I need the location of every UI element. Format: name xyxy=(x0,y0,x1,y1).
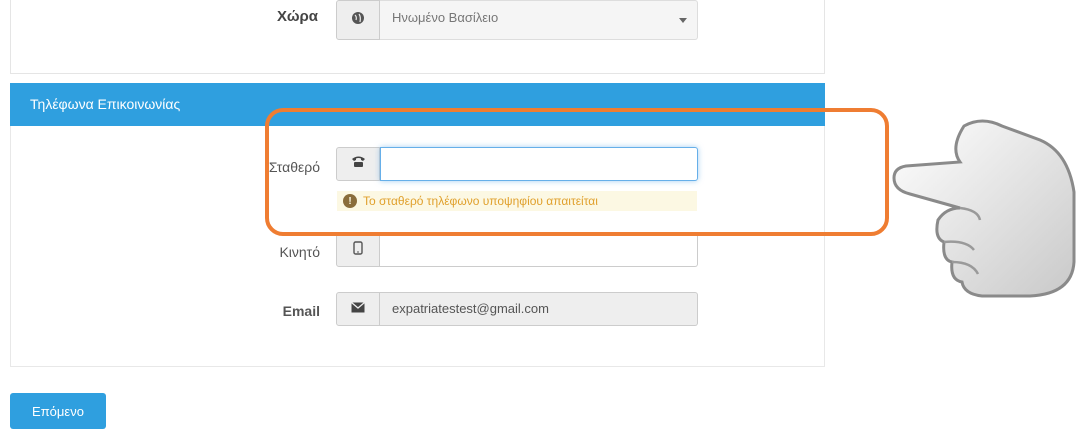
next-button[interactable]: Επόμενο xyxy=(10,393,106,429)
pointing-hand-icon xyxy=(892,119,1076,298)
country-select[interactable]: Ηνωμένο Βασίλειο xyxy=(380,0,698,40)
highlight-frame xyxy=(265,108,889,236)
email-label: Email xyxy=(282,303,320,319)
email-addon xyxy=(336,292,380,326)
mobile-icon xyxy=(353,240,363,260)
envelope-icon xyxy=(351,300,365,318)
country-select-value: Ηνωμένο Βασίλειο xyxy=(392,10,499,25)
mobile-input[interactable] xyxy=(380,233,698,267)
country-addon xyxy=(336,0,380,40)
mobile-addon xyxy=(336,233,380,267)
country-label: Χώρα xyxy=(277,8,318,25)
email-input[interactable]: expatriatestest@gmail.com xyxy=(380,292,698,326)
chevron-down-icon xyxy=(679,18,687,23)
mobile-label: Κινητό xyxy=(279,244,320,260)
globe-icon xyxy=(351,11,365,30)
